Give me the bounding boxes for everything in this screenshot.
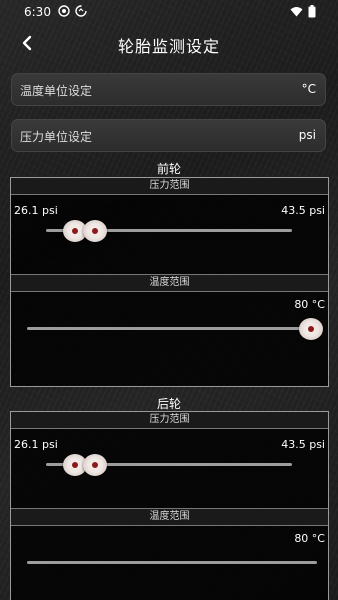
status-time: 6:30	[24, 5, 51, 19]
battery-icon	[308, 5, 316, 18]
wifi-icon	[290, 7, 303, 17]
pressure-unit-setting[interactable]: 压力单位设定 psi	[11, 119, 326, 152]
front-temperature-header: 温度范围	[11, 274, 328, 292]
status-bar: 6:30	[0, 0, 338, 26]
pressure-unit-label: 压力单位设定	[20, 130, 93, 144]
hotspot-icon	[58, 5, 70, 17]
front-temperature-value: 80 °C	[294, 298, 325, 311]
pressure-unit-value: psi	[298, 128, 316, 142]
rear-pressure-header: 压力范围	[11, 412, 328, 429]
rear-wheel-title: 后轮	[156, 397, 181, 411]
front-pressure-max: 43.5 psi	[281, 204, 325, 217]
app-header: 轮胎监测设定	[0, 26, 338, 62]
rear-temperature-track[interactable]	[27, 561, 317, 564]
front-temperature-thumb[interactable]	[299, 318, 323, 340]
front-pressure-min: 26.1 psi	[14, 204, 58, 217]
front-temperature-track[interactable]	[27, 327, 317, 330]
rear-wheel-panel: 压力范围 26.1 psi 43.5 psi 温度范围 80 °C	[10, 411, 329, 600]
front-wheel-title: 前轮	[156, 162, 181, 176]
rear-temperature-value: 80 °C	[294, 532, 325, 545]
temperature-unit-value: °C	[301, 82, 316, 96]
page-title: 轮胎监测设定	[117, 37, 220, 56]
front-wheel-panel: 压力范围 26.1 psi 43.5 psi 温度范围 80 °C	[10, 177, 329, 387]
status-right-icons	[290, 5, 316, 18]
rear-pressure-max: 43.5 psi	[281, 438, 325, 451]
rear-pressure-min: 26.1 psi	[14, 438, 58, 451]
front-pressure-max-thumb[interactable]	[83, 220, 107, 242]
rear-pressure-max-thumb[interactable]	[83, 454, 107, 476]
data-saver-icon	[75, 5, 87, 17]
rear-temperature-header: 温度范围	[11, 508, 328, 526]
front-pressure-header: 压力范围	[11, 178, 328, 195]
temperature-unit-label: 温度单位设定	[20, 84, 93, 98]
temperature-unit-setting[interactable]: 温度单位设定 °C	[11, 73, 326, 106]
status-left-icons	[58, 5, 87, 17]
